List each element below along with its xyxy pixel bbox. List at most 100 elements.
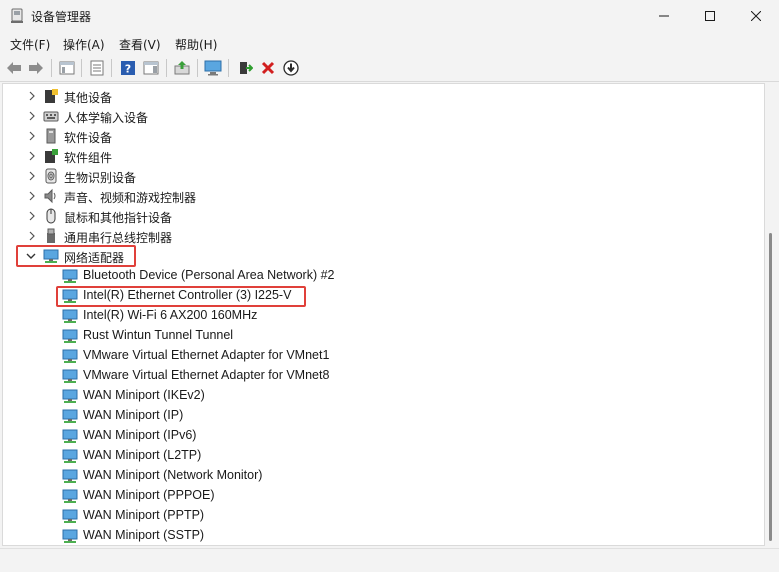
tree-device-item[interactable]: WAN Miniport (IKEv2) — [3, 386, 763, 406]
svg-text:?: ? — [125, 63, 131, 76]
network-adapter-icon — [62, 329, 78, 343]
download-button[interactable] — [280, 57, 302, 79]
tree-device-label: WAN Miniport (IPv6) — [83, 428, 197, 442]
highlight-box-network-adapters — [16, 245, 136, 267]
update-driver-icon — [174, 61, 190, 75]
tree-device-label: WAN Miniport (Network Monitor) — [83, 468, 263, 482]
tree-category-audio[interactable]: 声音、视频和游戏控制器 — [3, 186, 763, 206]
maximize-button[interactable] — [687, 0, 733, 32]
tree-device-item[interactable]: WAN Miniport (SSTP) — [3, 526, 763, 545]
tree-device-label: Intel(R) Wi-Fi 6 AX200 160MHz — [83, 308, 258, 322]
tree-device-label: WAN Miniport (SSTP) — [83, 528, 205, 542]
forward-icon — [29, 62, 43, 74]
audio-icon — [44, 188, 56, 204]
tree-category-label: 生物识别设备 — [64, 171, 137, 185]
network-adapter-icon — [62, 489, 78, 503]
tree-category-biometric[interactable]: 生物识别设备 — [3, 166, 763, 186]
tree-device-item[interactable]: Bluetooth Device (Personal Area Network)… — [3, 266, 763, 286]
tree-device-item[interactable]: VMware Virtual Ethernet Adapter for VMne… — [3, 366, 763, 386]
tree-device-item[interactable]: Rust Wintun Tunnel Tunnel — [3, 326, 763, 346]
chevron-right-icon[interactable] — [27, 130, 37, 142]
title-bar[interactable]: 设备管理器 — [0, 0, 779, 32]
chevron-right-icon[interactable] — [27, 110, 37, 122]
tree-device-item[interactable]: WAN Miniport (L2TP) — [3, 446, 763, 466]
tree-category-mouse[interactable]: 鼠标和其他指针设备 — [3, 206, 763, 226]
tree-category-label: 其他设备 — [64, 91, 113, 105]
network-adapter-icon — [62, 429, 78, 443]
uninstall-device-button[interactable] — [257, 57, 279, 79]
status-bar — [0, 548, 779, 572]
tree-category-software-devices[interactable]: 软件设备 — [3, 126, 763, 146]
tree-device-item[interactable]: WAN Miniport (IPv6) — [3, 426, 763, 446]
chevron-right-icon[interactable] — [27, 170, 37, 182]
scan-hardware-button[interactable] — [202, 57, 224, 79]
tree-category-usb[interactable]: 通用串行总线控制器 — [3, 226, 763, 246]
tree-device-label: Bluetooth Device (Personal Area Network)… — [83, 268, 335, 282]
tree-device-label: VMware Virtual Ethernet Adapter for VMne… — [83, 368, 330, 382]
tree-device-item[interactable]: Intel(R) Wi-Fi 6 AX200 160MHz — [3, 306, 763, 326]
chevron-right-icon[interactable] — [27, 210, 37, 222]
tree-category-hid[interactable]: 人体学输入设备 — [3, 106, 763, 126]
minimize-button[interactable] — [641, 0, 687, 32]
network-adapter-icon — [62, 409, 78, 423]
help-icon: ? — [121, 61, 135, 76]
tree-category-other-devices[interactable]: 其他设备 — [3, 86, 763, 106]
tree-device-label: Rust Wintun Tunnel Tunnel — [83, 328, 234, 342]
tree-device-item[interactable]: WAN Miniport (Network Monitor) — [3, 466, 763, 486]
tree-category-label: 软件设备 — [64, 131, 113, 145]
tree-device-item[interactable]: WAN Miniport (PPTP) — [3, 506, 763, 526]
toolbar: ? — [0, 54, 779, 82]
download-icon — [283, 60, 299, 76]
uninstall-device-icon — [261, 61, 275, 75]
tree-category-label: 声音、视频和游戏控制器 — [64, 191, 197, 205]
close-icon — [751, 11, 761, 21]
tree-category-label: 人体学输入设备 — [64, 111, 149, 125]
tree-device-item[interactable]: WAN Miniport (PPPOE) — [3, 486, 763, 506]
tree-device-item[interactable]: VMware Virtual Ethernet Adapter for VMne… — [3, 346, 763, 366]
tree-category-software-components[interactable]: 软件组件 — [3, 146, 763, 166]
chevron-right-icon[interactable] — [27, 90, 37, 102]
properties-icon — [90, 60, 104, 76]
other-devices-icon — [45, 89, 58, 103]
chevron-right-icon[interactable] — [27, 230, 37, 242]
chevron-right-icon[interactable] — [27, 150, 37, 162]
usb-icon — [47, 228, 55, 243]
network-adapter-icon — [62, 469, 78, 483]
chevron-right-icon[interactable] — [27, 190, 37, 202]
menu-file[interactable]: 文件(F) — [10, 36, 50, 53]
help-button[interactable]: ? — [117, 57, 139, 79]
highlight-box-intel-ethernet — [56, 286, 306, 307]
scrollbar-thumb[interactable] — [769, 233, 772, 541]
window-title: 设备管理器 — [31, 10, 92, 24]
network-adapter-icon — [62, 529, 78, 543]
tree-device-label: WAN Miniport (PPPOE) — [83, 488, 215, 502]
action-pane-button[interactable] — [140, 57, 162, 79]
show-hide-tree-icon — [59, 61, 75, 75]
network-adapter-icon — [62, 449, 78, 463]
menu-view[interactable]: 查看(V) — [119, 36, 161, 53]
maximize-icon — [705, 11, 715, 21]
back-button[interactable] — [3, 57, 25, 79]
mouse-icon — [46, 208, 56, 224]
network-adapter-icon — [62, 369, 78, 383]
tree-device-label: WAN Miniport (IKEv2) — [83, 388, 205, 402]
tree-device-label: WAN Miniport (PPTP) — [83, 508, 205, 522]
back-icon — [7, 62, 21, 74]
show-hide-tree-button[interactable] — [56, 57, 78, 79]
vertical-scrollbar[interactable] — [765, 83, 777, 546]
enable-device-icon — [240, 62, 253, 74]
tree-device-item[interactable]: WAN Miniport (IP) — [3, 406, 763, 426]
forward-button[interactable] — [25, 57, 47, 79]
device-tree[interactable]: 其他设备 人体学输入设备 软件设备 软件组件 生物识别设备 声音、视频和游戏控制… — [2, 83, 765, 546]
update-driver-button[interactable] — [171, 57, 193, 79]
network-adapter-icon — [62, 309, 78, 323]
network-adapter-icon — [62, 269, 78, 283]
enable-device-button[interactable] — [234, 57, 256, 79]
software-component-icon — [45, 149, 58, 163]
menu-action[interactable]: 操作(A) — [63, 36, 105, 53]
scan-hardware-icon — [204, 60, 222, 76]
properties-button[interactable] — [86, 57, 108, 79]
menu-help[interactable]: 帮助(H) — [175, 36, 217, 53]
network-adapter-icon — [62, 509, 78, 523]
close-button[interactable] — [733, 0, 779, 32]
